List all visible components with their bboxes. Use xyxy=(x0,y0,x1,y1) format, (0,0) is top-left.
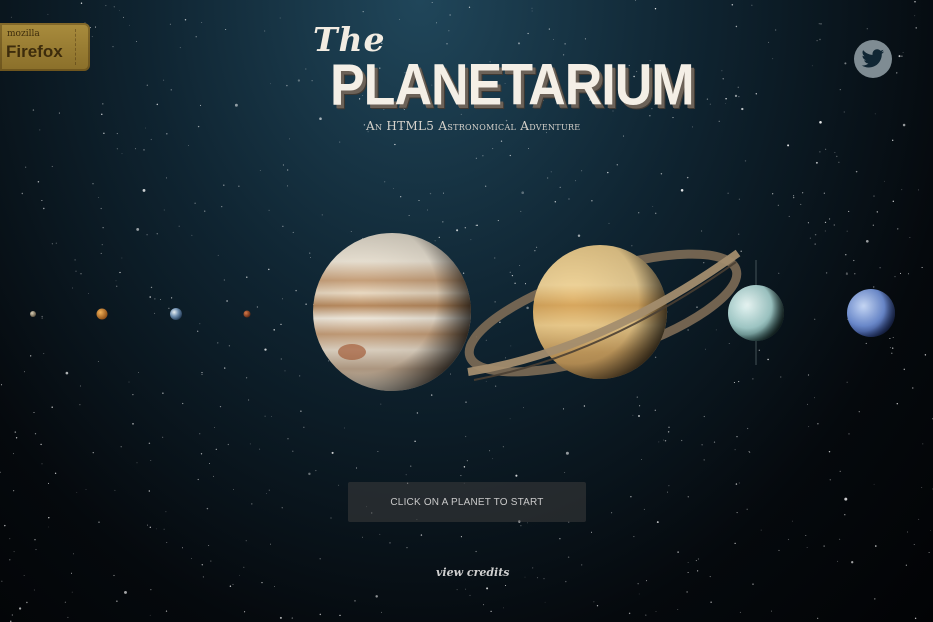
planet-neptune[interactable] xyxy=(847,289,895,337)
solar-system xyxy=(30,230,895,396)
planet-saturn[interactable] xyxy=(457,230,749,396)
start-button-label: Click on a planet to start xyxy=(390,496,544,508)
planet-earth[interactable] xyxy=(170,308,182,320)
planet-venus[interactable] xyxy=(96,308,108,320)
start-button[interactable]: Click on a planet to start xyxy=(348,482,586,522)
planet-mercury[interactable] xyxy=(30,311,36,317)
planet-mars[interactable] xyxy=(243,310,251,318)
planet-jupiter[interactable] xyxy=(313,233,471,391)
view-credits-link[interactable]: view credits xyxy=(436,566,510,579)
